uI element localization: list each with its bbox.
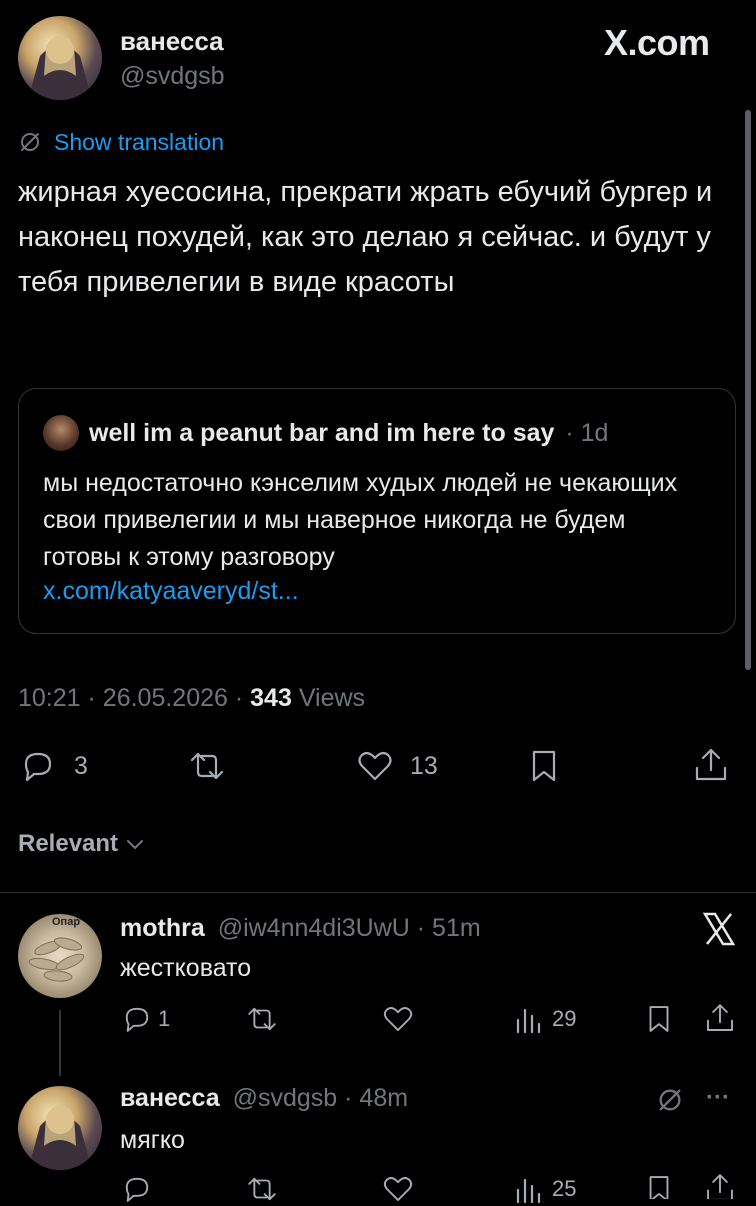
reply-handle[interactable]: @iw4nn4di3UwU [218,914,410,942]
thread-line [59,1010,61,1076]
author-handle[interactable]: @svdgsb [120,62,225,91]
reply-avatar[interactable]: Опар [18,914,102,998]
divider [0,892,756,893]
reply-like-button[interactable] [380,1172,416,1206]
x-icon [700,910,738,948]
reply-button[interactable]: 3 [18,746,88,786]
author-name[interactable]: ванесса [120,26,224,57]
share-icon [707,1174,733,1199]
reply-translate-button[interactable] [656,1086,684,1114]
share-button[interactable] [690,744,732,786]
reply-handle[interactable]: @svdgsb [233,1084,338,1112]
avatar-image [28,1105,92,1170]
reply-time: · 51m [416,914,481,942]
avatar-image [28,35,92,100]
reply-author-name[interactable]: ванесса [120,1084,220,1112]
bookmark-icon [649,1006,669,1032]
bookmark-button[interactable] [524,746,564,786]
quoted-link[interactable]: x.com/katyaaveryd/st... [43,577,299,606]
quoted-time: · 1d [565,419,609,447]
reply-icon [125,1007,149,1032]
translate-icon [21,133,39,151]
post-text: жирная хуесосина, прекрати жрать ебучий … [18,176,713,298]
reply-author-name[interactable]: mothra [120,914,205,942]
reply-views-button[interactable]: 29 [514,1002,576,1036]
reply-repost-button[interactable] [244,1002,280,1036]
reply-text: мягко [120,1126,185,1154]
avatar-caption: Опар [52,916,81,928]
bookmark-icon [532,750,556,782]
reply-views-button[interactable]: 25 [514,1172,576,1206]
more-options-button[interactable]: ··· [706,1084,730,1112]
post-date: · 26.05.2026 · [87,684,244,712]
repost-icon [248,1177,276,1201]
heart-icon [383,1007,413,1031]
quoted-post[interactable]: well im a peanut bar and im here to say … [18,388,736,634]
reply-icon [125,1177,149,1202]
show-translation-button[interactable]: Show translation [18,128,224,156]
heart-icon [358,751,392,781]
reply-views-count: 25 [552,1176,577,1201]
bookmark-icon [649,1176,669,1199]
reply-views-count: 29 [552,1006,577,1031]
analytics-icon [516,1008,541,1034]
reply-count: 3 [74,751,88,780]
reply-time: · 48m [344,1084,409,1112]
quoted-author-name: well im a peanut bar and im here to say [89,419,555,447]
like-button[interactable]: 13 [354,746,438,786]
reply-reply-button[interactable]: 1 [120,1002,170,1036]
scrollbar[interactable] [745,110,751,670]
show-translation-label: Show translation [54,128,225,155]
translate-icon [659,1089,681,1111]
post-time: 10:21 [18,684,81,712]
author-avatar[interactable] [18,16,102,100]
views-count: 343 [250,684,292,712]
reply-avatar[interactable] [18,1086,102,1170]
heart-icon [383,1177,413,1201]
reply-bookmark-button[interactable] [642,1172,676,1199]
share-icon [695,748,727,781]
reply-like-button[interactable] [380,1002,416,1036]
share-icon [707,1004,733,1031]
quoted-avatar [43,415,79,451]
quoted-text: мы недостаточно кэнселим худых людей не … [43,469,678,571]
like-count: 13 [410,751,438,780]
reply-bookmark-button[interactable] [642,1002,676,1036]
reply-text: жестковато [120,954,252,982]
post-meta: 10:21 · 26.05.2026 · 343 Views [18,684,365,713]
reply-share-button[interactable] [702,1000,738,1036]
reply-share-button[interactable] [702,1170,738,1199]
repost-button[interactable] [186,746,228,786]
repost-icon [248,1007,276,1031]
chevron-down-icon [127,840,144,849]
sort-label: Relevant [18,830,119,857]
reply-reply-count: 1 [158,1006,171,1031]
x-brand-logo: X.com [604,22,710,63]
reply-reply-button[interactable] [120,1172,154,1206]
reply-icon [24,752,52,782]
analytics-icon [516,1178,541,1204]
sort-dropdown[interactable]: Relevant [18,830,146,858]
reply-repost-button[interactable] [244,1172,280,1206]
views-label: Views [298,684,366,712]
repost-icon [190,752,224,780]
